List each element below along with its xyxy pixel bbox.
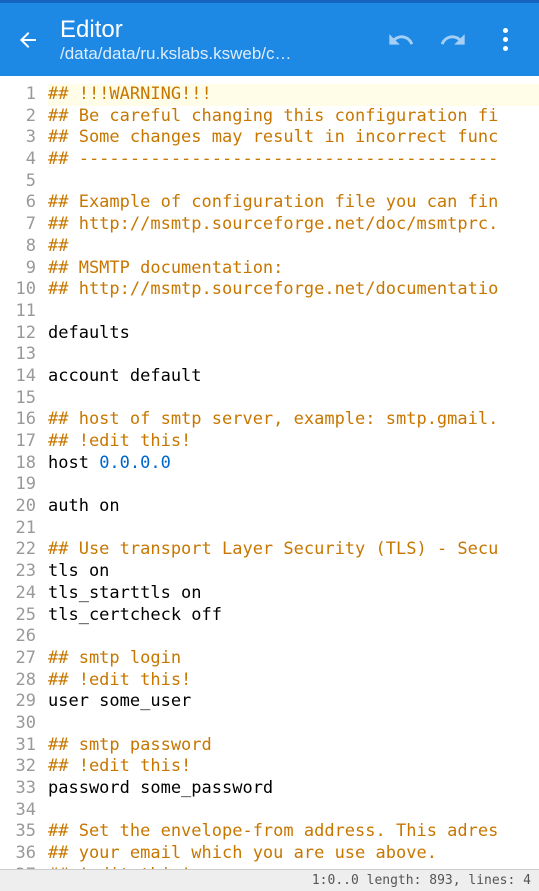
code-line[interactable]: ## smtp password [48,735,539,757]
line-number: 27 [0,648,36,670]
line-number: 30 [0,713,36,735]
back-button[interactable] [8,20,48,60]
line-number: 31 [0,735,36,757]
code-line[interactable] [48,388,539,410]
line-number: 10 [0,279,36,301]
status-text: 1:0..0 length: 893, lines: 4 [312,873,531,888]
line-number: 28 [0,670,36,692]
code-line[interactable]: ## [48,236,539,258]
line-number: 25 [0,605,36,627]
code-editor[interactable]: 1234567891011121314151617181920212223242… [0,76,539,869]
line-number: 35 [0,821,36,843]
line-number: 33 [0,778,36,800]
status-bar: 1:0..0 length: 893, lines: 4 [0,869,539,891]
line-number: 19 [0,474,36,496]
code-area[interactable]: ## !!!WARNING!!!## Be careful changing t… [42,76,539,869]
line-number: 2 [0,106,36,128]
code-line[interactable]: host 0.0.0.0 [48,453,539,475]
code-line[interactable]: ## !edit this! [48,756,539,778]
code-line[interactable]: ## your email which you are use above. [48,843,539,865]
code-line[interactable]: ## Set the envelope-from address. This a… [48,821,539,843]
code-line[interactable]: ## http://msmtp.sourceforge.net/document… [48,279,539,301]
code-line[interactable]: ## !edit this! [48,670,539,692]
line-number: 5 [0,171,36,193]
code-line[interactable]: ## !!!WARNING!!! [48,84,539,106]
code-line[interactable] [48,626,539,648]
line-number: 26 [0,626,36,648]
title-block: Editor /data/data/ru.kslabs.ksweb/c… [60,16,383,64]
code-line[interactable]: tls on [48,561,539,583]
line-number: 23 [0,561,36,583]
line-number: 16 [0,409,36,431]
line-number: 17 [0,431,36,453]
code-line[interactable]: ## http://msmtp.sourceforge.net/doc/msmt… [48,214,539,236]
line-number: 14 [0,366,36,388]
undo-button[interactable] [383,22,419,58]
code-line[interactable]: user some_user [48,691,539,713]
header-actions [383,22,531,58]
arrow-back-icon [16,28,40,52]
undo-icon [387,26,415,54]
code-line[interactable]: ## Some changes may result in incorrect … [48,127,539,149]
code-line[interactable] [48,800,539,822]
code-line[interactable]: password some_password [48,778,539,800]
code-line[interactable]: auth on [48,496,539,518]
line-number: 36 [0,843,36,865]
redo-button[interactable] [435,22,471,58]
code-line[interactable] [48,344,539,366]
menu-dots-icon [503,28,508,33]
line-number: 15 [0,388,36,410]
overflow-menu-button[interactable] [487,22,523,58]
code-line[interactable]: ## Be careful changing this configuratio… [48,106,539,128]
line-number-gutter: 1234567891011121314151617181920212223242… [0,76,42,869]
line-number: 34 [0,800,36,822]
code-line[interactable]: ## -------------------------------------… [48,149,539,171]
line-number: 11 [0,301,36,323]
code-line[interactable]: ## !edit this! [48,431,539,453]
line-number: 21 [0,518,36,540]
code-line[interactable]: ## host of smtp server, example: smtp.gm… [48,409,539,431]
code-line[interactable] [48,171,539,193]
code-line[interactable] [48,301,539,323]
code-line[interactable]: ## MSMTP documentation: [48,258,539,280]
code-line[interactable] [48,713,539,735]
line-number: 8 [0,236,36,258]
line-number: 29 [0,691,36,713]
line-number: 9 [0,258,36,280]
code-line[interactable]: tls_certcheck off [48,605,539,627]
line-number: 20 [0,496,36,518]
code-line[interactable] [48,518,539,540]
line-number: 7 [0,214,36,236]
code-line[interactable]: tls_starttls on [48,583,539,605]
line-number: 18 [0,453,36,475]
line-number: 24 [0,583,36,605]
line-number: 32 [0,756,36,778]
redo-icon [439,26,467,54]
line-number: 4 [0,149,36,171]
line-number: 6 [0,192,36,214]
line-number: 1 [0,84,36,106]
code-line[interactable] [48,474,539,496]
line-number: 12 [0,323,36,345]
line-number: 13 [0,344,36,366]
code-line[interactable]: ## Use transport Layer Security (TLS) - … [48,539,539,561]
line-number: 22 [0,539,36,561]
line-number: 3 [0,127,36,149]
code-line[interactable]: ## Example of configuration file you can… [48,192,539,214]
app-header: Editor /data/data/ru.kslabs.ksweb/c… [0,0,539,76]
code-line[interactable]: defaults [48,323,539,345]
app-title: Editor [60,16,383,44]
code-line[interactable]: account default [48,366,539,388]
code-line[interactable]: ## smtp login [48,648,539,670]
file-path: /data/data/ru.kslabs.ksweb/c… [60,44,383,64]
